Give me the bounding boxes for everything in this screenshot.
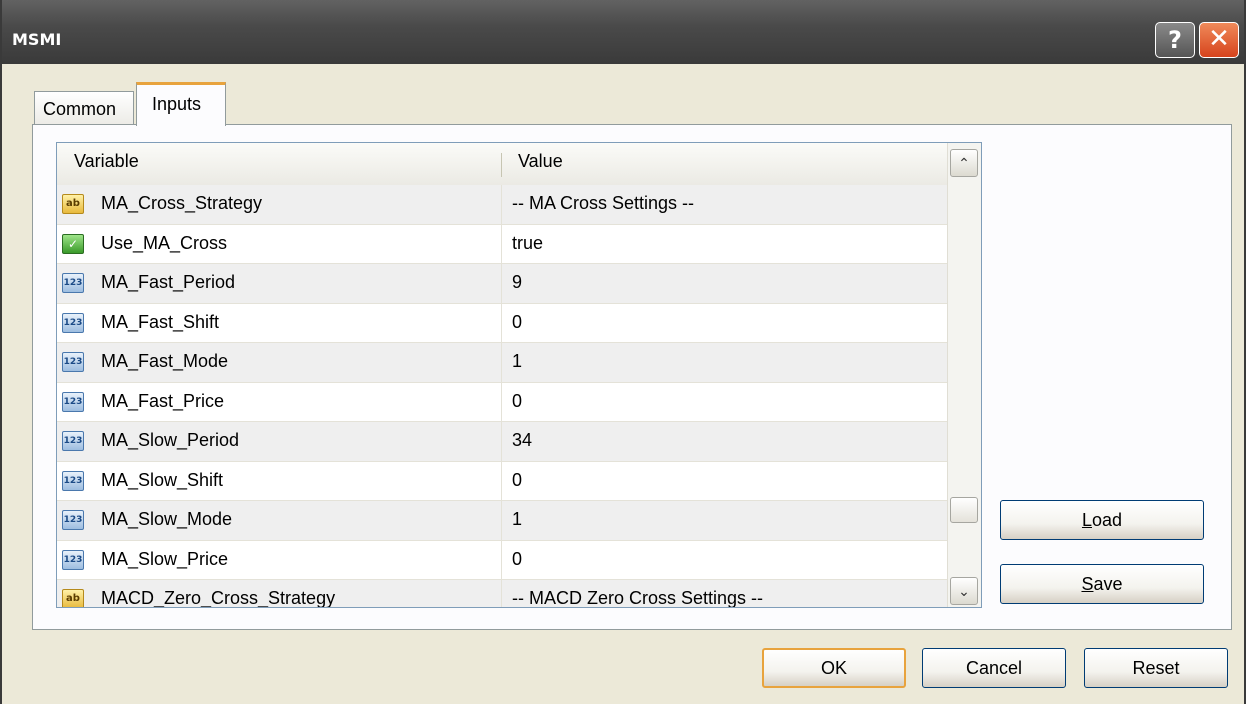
save-accelerator: S — [1081, 574, 1094, 594]
cell-divider — [501, 382, 502, 422]
cell-divider — [501, 580, 502, 607]
window-title: MSMI — [12, 30, 62, 49]
column-divider[interactable] — [501, 153, 502, 177]
grid-header: Variable Value — [57, 143, 947, 186]
bool-icon: ✓ — [62, 233, 84, 254]
help-button[interactable]: ? — [1155, 22, 1195, 58]
cell-divider — [501, 343, 502, 382]
inputs-grid: Variable Value ab MA_Cross_Strategy -- MA … — [56, 142, 982, 608]
title-bar[interactable]: MSMI ? ✕ — [2, 0, 1244, 64]
variable-name: MA_Fast_Period — [101, 272, 236, 292]
string-icon: ab — [62, 589, 84, 607]
vertical-scrollbar[interactable]: ⌃ ⌄ — [947, 143, 981, 607]
table-row[interactable]: 123 MA_Slow_Price 0 — [57, 540, 947, 580]
table-row[interactable]: 123 MA_Fast_Price 0 — [57, 382, 947, 422]
ok-button[interactable]: OK — [762, 648, 906, 688]
variable-value[interactable]: 0 — [512, 391, 522, 412]
table-row[interactable]: 123 MA_Fast_Mode 1 — [57, 343, 947, 383]
variable-value[interactable]: 0 — [512, 470, 522, 491]
table-row[interactable]: 123 MA_Fast_Shift 0 — [57, 303, 947, 343]
load-label: oad — [1091, 510, 1123, 530]
variable-value[interactable]: -- MACD Zero Cross Settings -- — [512, 588, 763, 607]
load-button[interactable]: Load — [1000, 500, 1204, 540]
close-button[interactable]: ✕ — [1199, 22, 1239, 58]
variable-value[interactable]: 1 — [512, 351, 522, 372]
variable-name: MA_Fast_Mode — [101, 351, 229, 371]
variable-name: MA_Fast_Shift — [101, 311, 220, 332]
save-label: ave — [1093, 574, 1123, 594]
variable-value[interactable]: 34 — [512, 430, 532, 451]
cell-divider — [501, 303, 502, 343]
chevron-up-icon: ⌃ — [958, 155, 970, 171]
table-row[interactable]: ab MA_Cross_Strategy -- MA Cross Settings … — [57, 185, 947, 225]
table-row[interactable]: 123 MA_Fast_Period 9 — [57, 264, 947, 304]
variable-name: MA_Slow_Shift — [101, 469, 224, 490]
table-row[interactable]: 123 MA_Slow_Mode 1 — [57, 501, 947, 541]
column-header-variable[interactable]: Variable — [74, 151, 139, 172]
cell-divider — [501, 422, 502, 461]
number-icon: 123 — [62, 312, 84, 333]
save-button[interactable]: Save — [1000, 564, 1204, 604]
number-icon: 123 — [62, 510, 84, 530]
variable-name: MA_Cross_Strategy — [101, 193, 263, 213]
scroll-up-button[interactable]: ⌃ — [950, 149, 978, 177]
cell-divider — [501, 185, 502, 224]
number-icon: 123 — [62, 352, 84, 372]
variable-name: Use_MA_Cross — [101, 232, 228, 253]
cell-divider — [501, 540, 502, 580]
cell-divider — [501, 461, 502, 501]
variable-value[interactable]: 1 — [512, 509, 522, 530]
load-accelerator: L — [1081, 510, 1092, 530]
cancel-button[interactable]: Cancel — [922, 648, 1066, 688]
help-icon: ? — [1168, 26, 1182, 54]
cell-divider — [501, 501, 502, 540]
variable-name: MACD_Zero_Cross_Strategy — [101, 588, 336, 608]
tab-common[interactable]: Common — [34, 91, 134, 125]
reset-button[interactable]: Reset — [1084, 648, 1228, 688]
column-header-value[interactable]: Value — [518, 151, 563, 172]
number-icon: 123 — [62, 431, 84, 451]
tab-inputs[interactable]: Inputs — [136, 82, 226, 126]
dialog-window: MSMI ? ✕ Common Inputs Variable Value ab… — [0, 0, 1246, 704]
grid-rows: ab MA_Cross_Strategy -- MA Cross Settings … — [57, 185, 947, 608]
variable-name: MA_Slow_Price — [101, 548, 229, 569]
variable-value[interactable]: -- MA Cross Settings -- — [512, 193, 694, 214]
close-icon: ✕ — [1208, 24, 1230, 54]
variable-name: MA_Fast_Price — [101, 390, 225, 411]
string-icon: ab — [62, 194, 84, 214]
variable-name: MA_Slow_Mode — [101, 509, 233, 529]
number-icon: 123 — [62, 273, 84, 293]
variable-value[interactable]: 0 — [512, 312, 522, 333]
number-icon: 123 — [62, 549, 84, 570]
cell-divider — [501, 224, 502, 264]
table-row[interactable]: ✓ Use_MA_Cross true — [57, 224, 947, 264]
table-row[interactable]: 123 MA_Slow_Shift 0 — [57, 461, 947, 501]
table-row[interactable]: ab MACD_Zero_Cross_Strategy -- MACD Zero C… — [57, 580, 947, 608]
table-row[interactable]: 123 MA_Slow_Period 34 — [57, 422, 947, 462]
cell-divider — [501, 264, 502, 303]
number-icon: 123 — [62, 391, 84, 412]
variable-value[interactable]: 0 — [512, 549, 522, 570]
scroll-thumb[interactable] — [950, 497, 978, 523]
scroll-down-button[interactable]: ⌄ — [950, 577, 978, 605]
variable-value[interactable]: 9 — [512, 272, 522, 293]
variable-value[interactable]: true — [512, 233, 543, 254]
number-icon: 123 — [62, 470, 84, 491]
variable-name: MA_Slow_Period — [101, 430, 240, 450]
chevron-down-icon: ⌄ — [958, 583, 970, 599]
